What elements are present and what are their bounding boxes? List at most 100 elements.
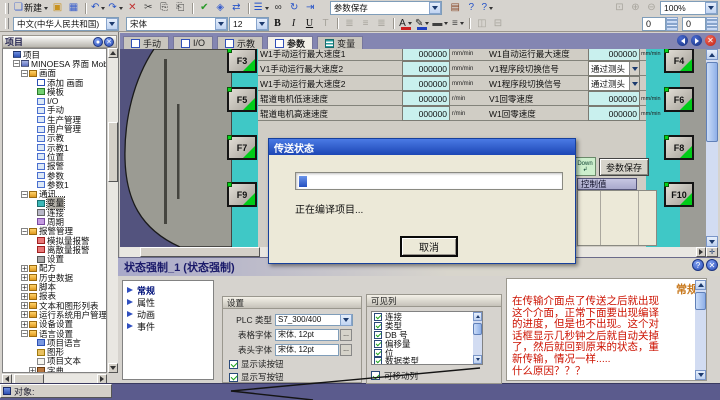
tab-参数[interactable]: 参数 xyxy=(267,36,313,49)
align-left-icon[interactable]: ≣ xyxy=(342,17,357,31)
properties-help-button[interactable]: ? xyxy=(692,259,704,271)
save-icon[interactable]: ▦ xyxy=(66,1,81,15)
help-icon[interactable]: ? xyxy=(464,1,479,15)
plc-type-combo-arrow-icon[interactable] xyxy=(340,314,352,326)
editor-vertical-scrollbar-thumb[interactable] xyxy=(706,62,718,142)
help-scroll-down-button[interactable] xyxy=(695,370,706,380)
spinner-arrows[interactable] xyxy=(666,17,678,31)
function-key-f6[interactable]: F6 xyxy=(664,87,694,112)
column-checkbox[interactable] xyxy=(374,349,382,357)
columns-scroll-up-button[interactable] xyxy=(473,312,482,321)
dropdown-arrow-icon[interactable] xyxy=(629,62,639,75)
tree-expander-icon[interactable]: − xyxy=(21,228,28,235)
movable-columns-checkbox[interactable] xyxy=(371,371,380,380)
editor-horizontal-scrollbar-thumb[interactable] xyxy=(140,247,260,257)
language-combo[interactable]: 中文(中华人民共和国) xyxy=(13,17,119,31)
tab-示教[interactable]: 示教 xyxy=(217,36,263,49)
header-font-field[interactable]: 宋体, 12pt xyxy=(275,344,339,356)
editor-forward-button[interactable] xyxy=(691,35,702,46)
column-checkbox[interactable] xyxy=(374,331,382,339)
group-icon[interactable]: ◫ xyxy=(474,17,489,31)
properties-nav-动画[interactable]: 动画 xyxy=(127,308,213,320)
show-write-button-checkbox[interactable] xyxy=(229,373,238,382)
column-checkbox[interactable] xyxy=(374,322,382,330)
zoom-select-icon[interactable]: ⊡ xyxy=(612,1,627,15)
function-key-f3[interactable]: F3 xyxy=(227,49,257,73)
tree-scroll-up-button[interactable] xyxy=(108,48,118,58)
zoom-combo[interactable]: 100% xyxy=(660,1,718,15)
align-center-icon[interactable]: ≡ xyxy=(358,17,373,31)
object-list-icon[interactable]: ☰ xyxy=(253,1,270,15)
italic-button[interactable]: I xyxy=(286,17,301,31)
font-combo[interactable]: 宋体 xyxy=(126,17,228,31)
editor-scroll-up-button[interactable] xyxy=(706,49,718,60)
strike-button[interactable]: T xyxy=(318,17,333,31)
spinner-up-button[interactable] xyxy=(666,17,678,24)
font-size-combo[interactable]: 12 xyxy=(229,17,269,31)
open-icon[interactable]: ▣ xyxy=(50,1,65,15)
context-help-icon[interactable]: ? xyxy=(480,1,495,15)
tree-scroll-down-button[interactable] xyxy=(108,363,118,373)
table-font-browse-button[interactable]: ... xyxy=(340,329,352,341)
tree-expander-icon[interactable]: − xyxy=(21,70,28,77)
project-panel-pin-button[interactable]: ● xyxy=(93,37,103,47)
properties-nav-属性[interactable]: 属性 xyxy=(127,296,213,308)
parameter-value-field[interactable]: 000000 xyxy=(402,61,450,76)
dropdown-arrow-icon[interactable] xyxy=(629,77,639,90)
splitter-handle-icon[interactable]: ✛ xyxy=(706,247,718,257)
generate-icon[interactable]: ◈ xyxy=(213,1,228,15)
copy-icon[interactable]: ⎘ xyxy=(157,1,172,15)
editor-scroll-down-button[interactable] xyxy=(706,236,718,247)
tree-expander-icon[interactable]: + xyxy=(21,274,28,281)
bold-button[interactable]: B xyxy=(270,17,285,31)
column-checkbox[interactable] xyxy=(374,340,382,348)
columns-scrollbar-thumb[interactable] xyxy=(473,323,482,335)
function-key-f4[interactable]: F4 xyxy=(664,49,694,73)
properties-nav-事件[interactable]: 事件 xyxy=(127,320,213,332)
tree-expander-icon[interactable]: + xyxy=(21,302,28,309)
function-key-f10[interactable]: F10 xyxy=(664,182,694,207)
line-style-icon[interactable]: ▬ xyxy=(431,17,449,31)
tree-expander-icon[interactable]: − xyxy=(13,60,20,67)
help-scroll-up-button[interactable] xyxy=(695,280,706,290)
tab-变量[interactable]: 变量 xyxy=(317,36,363,49)
show-read-button-checkbox[interactable] xyxy=(229,360,238,369)
paste-icon[interactable]: ⎗ xyxy=(173,1,188,15)
param-save-combo[interactable]: 参数保存 xyxy=(330,1,442,15)
tree-expander-icon[interactable]: + xyxy=(21,284,28,291)
new-button[interactable]: ❏新建 xyxy=(13,1,49,15)
tree-expander-icon[interactable]: − xyxy=(21,191,28,198)
function-key-f9[interactable]: F9 xyxy=(227,182,257,207)
y-position-spinner[interactable]: 0 xyxy=(682,17,718,31)
function-key-f8[interactable]: F8 xyxy=(664,135,694,160)
tree-expander-icon[interactable]: + xyxy=(21,311,28,318)
goto-usage-icon[interactable]: ⇥ xyxy=(303,1,318,15)
parameter-value-field[interactable]: 000000 xyxy=(588,106,640,121)
tab-手动[interactable]: 手动 xyxy=(123,36,169,49)
x-position-spinner[interactable]: 0 xyxy=(642,17,678,31)
combo-arrow-icon[interactable] xyxy=(429,2,441,14)
parameter-value-field[interactable]: 000000 xyxy=(588,91,640,106)
column-checkbox[interactable] xyxy=(374,357,382,365)
align-right-icon[interactable]: ≣ xyxy=(374,17,389,31)
header-font-browse-button[interactable]: ... xyxy=(340,344,352,356)
transfer-dialog-titlebar[interactable]: 传送状态 xyxy=(269,139,575,155)
help-scrollbar-thumb[interactable] xyxy=(695,292,706,310)
parameter-value-field[interactable]: 000000 xyxy=(402,49,450,61)
table-font-field[interactable]: 宋体, 12pt xyxy=(275,329,339,341)
tree-expander-icon[interactable]: + xyxy=(21,265,28,272)
properties-close-button[interactable]: ✕ xyxy=(706,259,718,271)
cancel-button[interactable]: 取消 xyxy=(400,236,458,257)
column-list-item[interactable]: 数据类型 xyxy=(374,357,482,365)
columns-scroll-down-button[interactable] xyxy=(473,355,482,364)
tree-expander-icon[interactable]: + xyxy=(21,293,28,300)
function-key-f5[interactable]: F5 xyxy=(227,87,257,112)
cut-icon[interactable]: ✂ xyxy=(141,1,156,15)
parameter-value-field[interactable]: 000000 xyxy=(402,76,450,91)
underline-button[interactable]: U xyxy=(302,17,317,31)
properties-nav-常规[interactable]: 常规 xyxy=(127,284,213,296)
parameter-value-field[interactable]: 000000 xyxy=(402,106,450,121)
combo-arrow-icon[interactable] xyxy=(215,18,227,30)
combo-arrow-icon[interactable] xyxy=(106,18,118,30)
tree-expander-icon[interactable]: − xyxy=(21,330,28,337)
